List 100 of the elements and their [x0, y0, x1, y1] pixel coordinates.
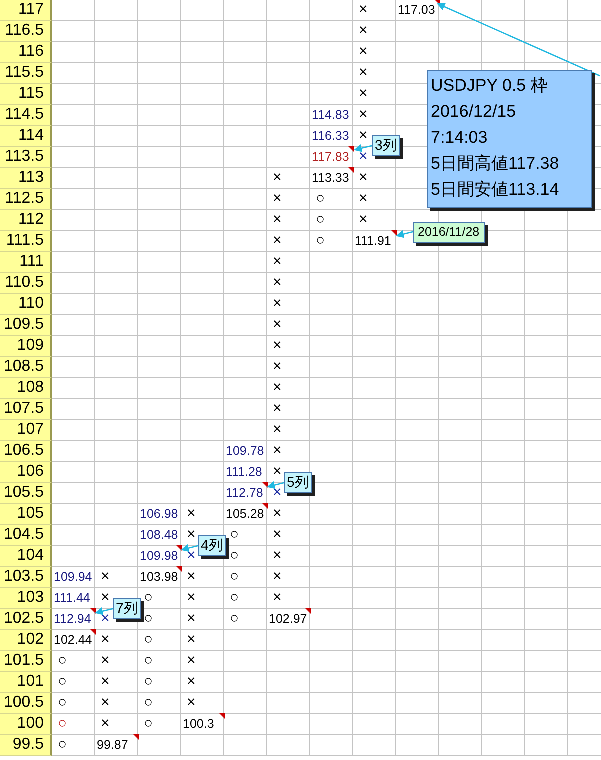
- comment-marker-icon[interactable]: [305, 608, 311, 614]
- comment-marker-icon[interactable]: [176, 566, 182, 572]
- table-cell-text: 109.78: [226, 443, 264, 460]
- note-line: USDJPY 0.5 枠: [431, 75, 549, 97]
- chart-mark: ×: [187, 546, 196, 566]
- table-cell-text: 113.33: [312, 170, 350, 187]
- table-cell-text: 111.91: [355, 233, 392, 250]
- table-cell-text: 100.3: [183, 716, 214, 733]
- chart-mark: ×: [187, 630, 196, 650]
- chart-mark: ×: [187, 588, 196, 608]
- chart-mark: ×: [273, 588, 282, 608]
- table-cell-text: 112.94: [54, 611, 92, 628]
- row-header: 115: [0, 84, 52, 105]
- table-cell-text: 106.98: [140, 506, 178, 523]
- row-header: 101.5: [0, 651, 52, 672]
- table-cell-text: 109.98: [140, 548, 178, 565]
- comment-marker-icon[interactable]: [348, 167, 354, 173]
- table-cell-text: 105.28: [226, 506, 264, 523]
- chart-mark: ×: [359, 105, 368, 125]
- comment-marker-icon[interactable]: [90, 608, 96, 614]
- chart-mark: ○: [230, 546, 240, 566]
- chart-mark: ○: [144, 672, 154, 692]
- column-note: 7列: [113, 598, 141, 619]
- chart-mark: ×: [273, 315, 282, 335]
- chart-mark: ×: [273, 441, 282, 461]
- table-cell-text: 99.87: [97, 737, 128, 754]
- chart-mark: ×: [359, 210, 368, 230]
- comment-marker-icon[interactable]: [391, 230, 397, 236]
- comment-marker-icon[interactable]: [434, 0, 440, 5]
- chart-mark: ×: [273, 525, 282, 545]
- row-header: 107.5: [0, 399, 52, 420]
- row-header: 104.5: [0, 525, 52, 546]
- note-line: 7:14:03: [431, 127, 489, 149]
- chart-mark: ○: [144, 609, 154, 629]
- chart-mark: ○: [58, 651, 68, 671]
- chart-mark: ×: [101, 567, 110, 587]
- chart-mark: ○: [58, 714, 68, 734]
- chart-mark: ×: [273, 252, 282, 272]
- row-header: 111.5: [0, 231, 52, 252]
- row-header: 114: [0, 126, 52, 147]
- row-header: 110.5: [0, 273, 52, 294]
- chart-mark: ○: [230, 588, 240, 608]
- table-cell-text: 111.44: [54, 590, 90, 607]
- comment-marker-icon[interactable]: [348, 146, 354, 152]
- row-header: 115.5: [0, 63, 52, 84]
- row-header: 106: [0, 462, 52, 483]
- chart-mark: ×: [101, 714, 110, 734]
- chart-mark: ○: [144, 714, 154, 734]
- comment-marker-icon[interactable]: [262, 482, 268, 488]
- row-header: 102: [0, 630, 52, 651]
- row-header: 103.5: [0, 567, 52, 588]
- chart-mark: ×: [187, 504, 196, 524]
- chart-mark: ×: [273, 567, 282, 587]
- row-header: 100: [0, 714, 52, 735]
- chart-mark: ×: [359, 21, 368, 41]
- chart-mark: ×: [359, 84, 368, 104]
- row-header: 116: [0, 42, 52, 63]
- table-cell-text: 108.48: [140, 527, 178, 544]
- chart-mark: ×: [273, 462, 282, 482]
- chart-mark: ×: [273, 189, 282, 209]
- row-header: 112.5: [0, 189, 52, 210]
- row-header: 109.5: [0, 315, 52, 336]
- row-header: 111: [0, 252, 52, 273]
- table-cell-text: 103.98: [140, 569, 178, 586]
- chart-mark: ×: [187, 567, 196, 587]
- chart-mark: ×: [101, 693, 110, 713]
- comment-marker-icon[interactable]: [219, 713, 225, 719]
- chart-mark: ×: [273, 231, 282, 251]
- row-header: 101: [0, 672, 52, 693]
- row-header: 113.5: [0, 147, 52, 168]
- comment-marker-icon[interactable]: [133, 734, 139, 740]
- row-header: 116.5: [0, 21, 52, 42]
- table-cell-text: 117.03: [398, 2, 436, 19]
- chart-mark: ×: [187, 609, 196, 629]
- table-cell-text: 112.78: [226, 485, 264, 502]
- note-line: 5日間高値117.38: [431, 153, 560, 175]
- row-header: 100.5: [0, 693, 52, 714]
- row-header: 108: [0, 378, 52, 399]
- row-header: 103: [0, 588, 52, 609]
- comment-marker-icon[interactable]: [176, 545, 182, 551]
- chart-mark: ×: [101, 672, 110, 692]
- chart-mark: ×: [273, 483, 282, 503]
- chart-mark: ×: [359, 168, 368, 188]
- date-note: 2016/11/28: [413, 222, 485, 243]
- chart-mark: ×: [101, 651, 110, 671]
- row-header: 112: [0, 210, 52, 231]
- chart-mark: ○: [58, 735, 68, 755]
- chart-mark: ×: [273, 294, 282, 314]
- chart-mark: ×: [101, 630, 110, 650]
- chart-mark: ×: [359, 63, 368, 83]
- table-cell-text: 111.28: [226, 464, 262, 481]
- chart-mark: ×: [187, 651, 196, 671]
- table-cell-text: 102.44: [54, 632, 92, 649]
- chart-mark: ×: [359, 147, 368, 167]
- chart-mark: ○: [144, 651, 154, 671]
- row-header: 109: [0, 336, 52, 357]
- comment-marker-icon[interactable]: [90, 629, 96, 635]
- chart-mark: ○: [316, 231, 326, 251]
- comment-marker-icon[interactable]: [262, 503, 268, 509]
- row-header: 102.5: [0, 609, 52, 630]
